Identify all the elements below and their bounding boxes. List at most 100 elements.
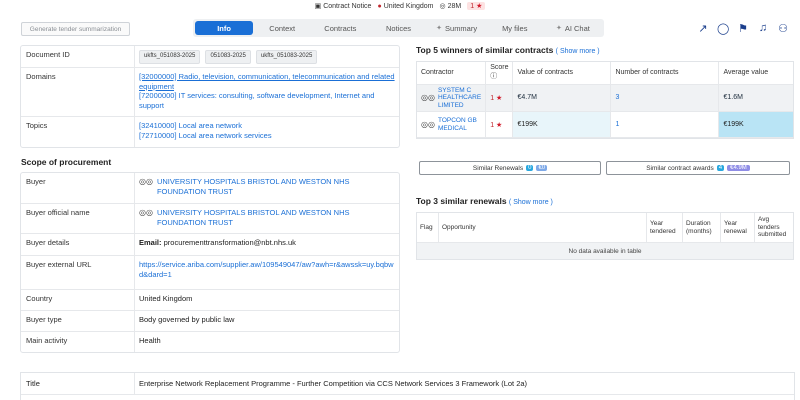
- similar-awards-label: Similar contract awards: [646, 164, 714, 172]
- tab-ai-chat[interactable]: ✦ AI Chat: [544, 21, 602, 35]
- value-badge: ◎ 28M: [440, 2, 462, 11]
- buyer-url-row: Buyer external URL https://service.ariba…: [21, 256, 399, 290]
- tab-bar: Info Context Contracts Notices ✦ Summary …: [193, 19, 604, 37]
- column-header[interactable]: Duration (months): [683, 213, 721, 242]
- tab-my-files[interactable]: My files: [486, 21, 544, 35]
- column-header[interactable]: Flag: [417, 213, 439, 242]
- buyer-details-value: Email: procurementtransformation@nbt.nhs…: [135, 234, 399, 255]
- buyer-official-link[interactable]: UNIVERSITY HOSPITALS BRISTOL AND WESTON …: [157, 208, 395, 229]
- score-cell: 1 ★: [485, 84, 514, 112]
- renewals-title: Top 3 similar renewals ( Show more ): [416, 196, 553, 206]
- column-header[interactable]: Number of contracts: [610, 62, 720, 85]
- buyer-value: ◎◎ UNIVERSITY HOSPITALS BRISTOL AND WEST…: [135, 173, 399, 203]
- buyer-link[interactable]: UNIVERSITY HOSPITALS BRISTOL AND WESTON …: [157, 177, 395, 199]
- tab-notices[interactable]: Notices: [369, 21, 427, 35]
- average-cell: €199K: [718, 111, 793, 138]
- domain-link[interactable]: [72000000] IT services: consulting, soft…: [139, 91, 395, 110]
- renewals-table: Flag Opportunity Year tendered Duration …: [416, 212, 794, 260]
- flag-uk-icon: ●: [377, 2, 382, 10]
- header-actions: ↗ ◯ ⚑ ♫ ⚇: [697, 22, 789, 35]
- document-id-tag: ukfts_051083-2025: [255, 50, 318, 64]
- column-header[interactable]: Value of contracts: [512, 62, 612, 85]
- tab-summary[interactable]: ✦ Summary: [428, 21, 486, 35]
- domain-link[interactable]: [32000000] Radio, television, communicat…: [139, 72, 395, 91]
- renewals-show-more-link[interactable]: ( Show more ): [509, 199, 553, 206]
- column-header[interactable]: Opportunity: [439, 213, 647, 242]
- tab-contracts-label: Contracts: [324, 23, 357, 33]
- sparkle-icon: ✦: [436, 25, 443, 32]
- column-header[interactable]: Avg tenders submitted: [755, 213, 793, 242]
- contract-notice-badge: ▣ Contract Notice: [315, 2, 372, 11]
- buyer-official-label: Buyer official name: [21, 204, 135, 233]
- table-row: ◎◎ SYSTEM C HEALTHCARE LIMITED 1 ★ €4.7M …: [417, 84, 793, 112]
- tab-contracts[interactable]: Contracts: [311, 21, 369, 35]
- count-link[interactable]: 1: [615, 121, 619, 128]
- domains-label: Domains: [21, 68, 135, 116]
- score-header-label: Score: [490, 64, 509, 72]
- buyer-url-link[interactable]: https://service.ariba.com/supplier.aw/10…: [139, 260, 394, 279]
- column-header[interactable]: Year tendered: [647, 213, 683, 242]
- document-id-row: Document ID ukfts_051083-2025 051083-202…: [21, 46, 399, 68]
- column-header[interactable]: Contractor: [417, 62, 487, 85]
- count-cell: 1: [610, 111, 720, 138]
- tab-info[interactable]: Info: [195, 21, 254, 35]
- similar-renewals-label: Similar Renewals: [472, 164, 524, 172]
- generate-summary-button[interactable]: Generate tender summarization: [21, 22, 130, 36]
- column-header[interactable]: Score ⓘ: [485, 62, 514, 85]
- value-label: 28M: [447, 2, 462, 10]
- tab-ai-chat-label: AI Chat: [564, 23, 590, 33]
- details-table: Document ID ukfts_051083-2025 051083-202…: [20, 45, 400, 148]
- buyer-type-label: Buyer type: [21, 311, 135, 331]
- country-label: United Kingdom: [383, 2, 434, 10]
- score-cell: 1 ★: [485, 111, 514, 138]
- tab-info-label: Info: [217, 23, 231, 33]
- notice-badges: ▣ Contract Notice ● United Kingdom ◎ 28M…: [0, 0, 800, 12]
- sparkle-icon: ✦: [555, 25, 562, 32]
- value-cell: €199K: [512, 111, 612, 138]
- winners-table: Contractor Score ⓘ Value of contracts Num…: [416, 61, 794, 139]
- buyer-type-value: Body governed by public law: [139, 315, 235, 324]
- winners-title: Top 5 winners of similar contracts ( Sho…: [416, 45, 600, 55]
- score-value: 1: [490, 94, 495, 102]
- title-row: Title Enterprise Network Replacement Pro…: [21, 373, 794, 395]
- winners-title-text: Top 5 winners of similar contracts: [416, 45, 554, 55]
- table-row: ◎◎ TOPCON GB MEDICAL 1 ★ €199K 1 €199K: [417, 111, 793, 138]
- column-header[interactable]: Year renewal: [721, 213, 755, 242]
- count-link[interactable]: 3: [615, 94, 619, 101]
- renewals-header-row: Flag Opportunity Year tendered Duration …: [417, 213, 793, 243]
- bell-icon[interactable]: ♫: [757, 22, 769, 35]
- topic-link[interactable]: [32410000] Local area network: [139, 121, 395, 131]
- topics-row: Topics [32410000] Local area network [72…: [21, 117, 399, 147]
- similar-renewals-amount: €0: [536, 165, 548, 171]
- rank-badge: 1 ★: [467, 2, 486, 10]
- domains-row: Domains [32000000] Radio, television, co…: [21, 68, 399, 117]
- similar-renewals-button[interactable]: Similar Renewals 0 €0: [419, 161, 601, 175]
- buyer-url-value: https://service.ariba.com/supplier.aw/10…: [135, 256, 399, 289]
- title-value: Enterprise Network Replacement Programme…: [139, 379, 528, 388]
- scope-table: Buyer ◎◎ UNIVERSITY HOSPITALS BRISTOL AN…: [20, 172, 400, 353]
- flag-icon[interactable]: ⚑: [737, 22, 749, 35]
- star-icon: ★: [476, 3, 483, 10]
- coin-icon: ◎◎: [421, 93, 435, 102]
- tab-context[interactable]: Context: [253, 21, 311, 35]
- title-table: Title Enterprise Network Replacement Pro…: [20, 372, 795, 400]
- country-badge: ● United Kingdom: [377, 3, 433, 10]
- tab-context-label: Context: [269, 23, 296, 33]
- main-activity-value: Health: [139, 336, 161, 345]
- buyer-url-label: Buyer external URL: [21, 256, 135, 289]
- coin-icon: ◎◎: [139, 208, 153, 217]
- country-row: Country United Kingdom: [21, 290, 399, 311]
- contractor-link[interactable]: SYSTEM C HEALTHCARE LIMITED: [438, 87, 481, 110]
- buyer-official-row: Buyer official name ◎◎ UNIVERSITY HOSPIT…: [21, 204, 399, 234]
- topics-values: [32410000] Local area network [72710000]…: [135, 117, 399, 147]
- chat-icon[interactable]: ◯: [717, 22, 729, 35]
- similar-awards-button[interactable]: Similar contract awards 4 €4.9M: [606, 161, 790, 175]
- winners-show-more-link[interactable]: ( Show more ): [556, 48, 600, 55]
- score-value: 1: [490, 121, 495, 129]
- share-icon[interactable]: ↗: [697, 22, 709, 35]
- contractor-link[interactable]: TOPCON GB MEDICAL: [438, 117, 481, 132]
- topic-link[interactable]: [72710000] Local area network services: [139, 131, 395, 141]
- add-user-icon[interactable]: ⚇: [777, 22, 789, 35]
- column-header[interactable]: Average value: [718, 62, 793, 85]
- empty-table-message: No data available in table: [417, 243, 793, 259]
